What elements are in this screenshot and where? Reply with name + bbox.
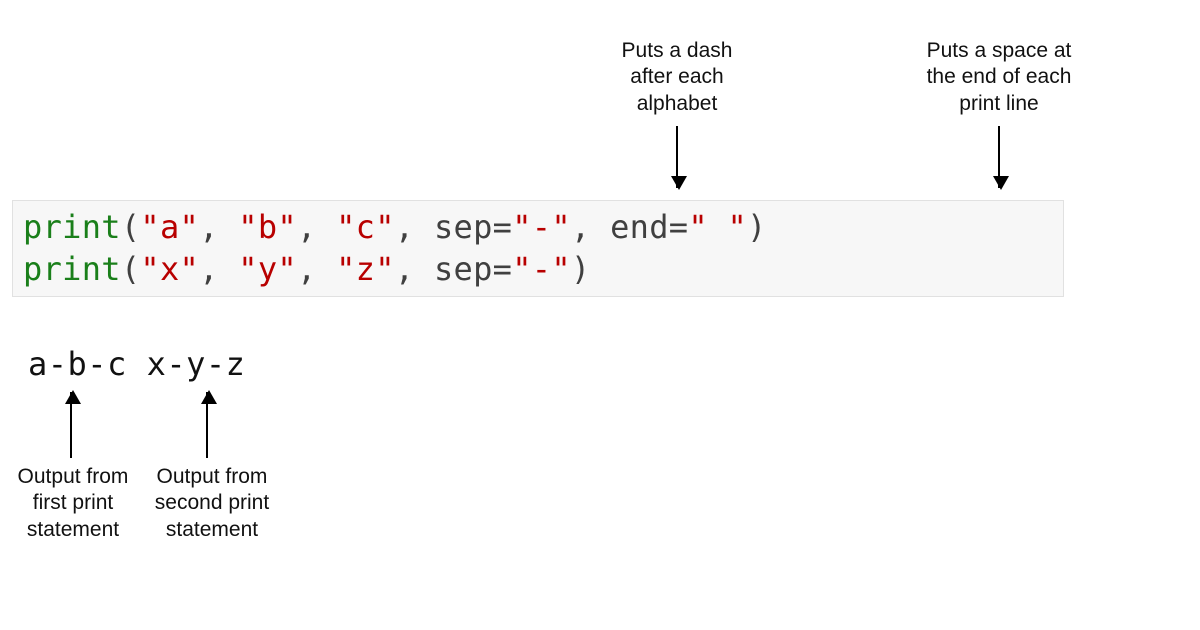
code-block: print("a", "b", "c", sep="-", end=" ") p… [12,200,1064,297]
token-comma: , [199,208,238,246]
token-print: print [23,250,121,288]
token-sep-kw: sep [434,208,493,246]
token-eq: = [493,250,513,288]
arrow-output-first [70,392,72,458]
arrow-output-second [206,392,208,458]
arrow-sep [676,126,678,188]
token-end-val: " " [688,208,747,246]
token-sep-kw: sep [434,250,493,288]
token-open-paren: ( [121,208,141,246]
token-str-b: "b" [238,208,297,246]
token-str-z: "z" [336,250,395,288]
token-comma: , [395,208,434,246]
diagram-canvas: Puts a dash after each alphabet Puts a s… [0,0,1200,630]
arrow-end [998,126,1000,188]
code-line-1: print("a", "b", "c", sep="-", end=" ") [23,207,1053,249]
token-comma: , [571,208,610,246]
token-str-a: "a" [140,208,199,246]
token-str-y: "y" [238,250,297,288]
code-line-2: print("x", "y", "z", sep="-") [23,249,1053,291]
annotation-output-second: Output from second print statement [144,464,280,543]
output-line: a-b-c x-y-z [28,345,245,383]
token-eq: = [669,208,689,246]
token-comma: , [395,250,434,288]
token-print: print [23,208,121,246]
token-open-paren: ( [121,250,141,288]
token-close-paren: ) [747,208,767,246]
token-str-x: "x" [140,250,199,288]
token-eq: = [493,208,513,246]
token-sep-val: "-" [512,208,571,246]
annotation-output-first: Output from first print statement [6,464,140,543]
annotation-end: Puts a space at the end of each print li… [888,38,1110,117]
token-comma: , [199,250,238,288]
token-str-c: "c" [336,208,395,246]
token-comma: , [297,250,336,288]
token-end-kw: end [610,208,669,246]
annotation-sep: Puts a dash after each alphabet [576,38,778,117]
token-sep-val: "-" [512,250,571,288]
token-close-paren: ) [571,250,591,288]
token-comma: , [297,208,336,246]
